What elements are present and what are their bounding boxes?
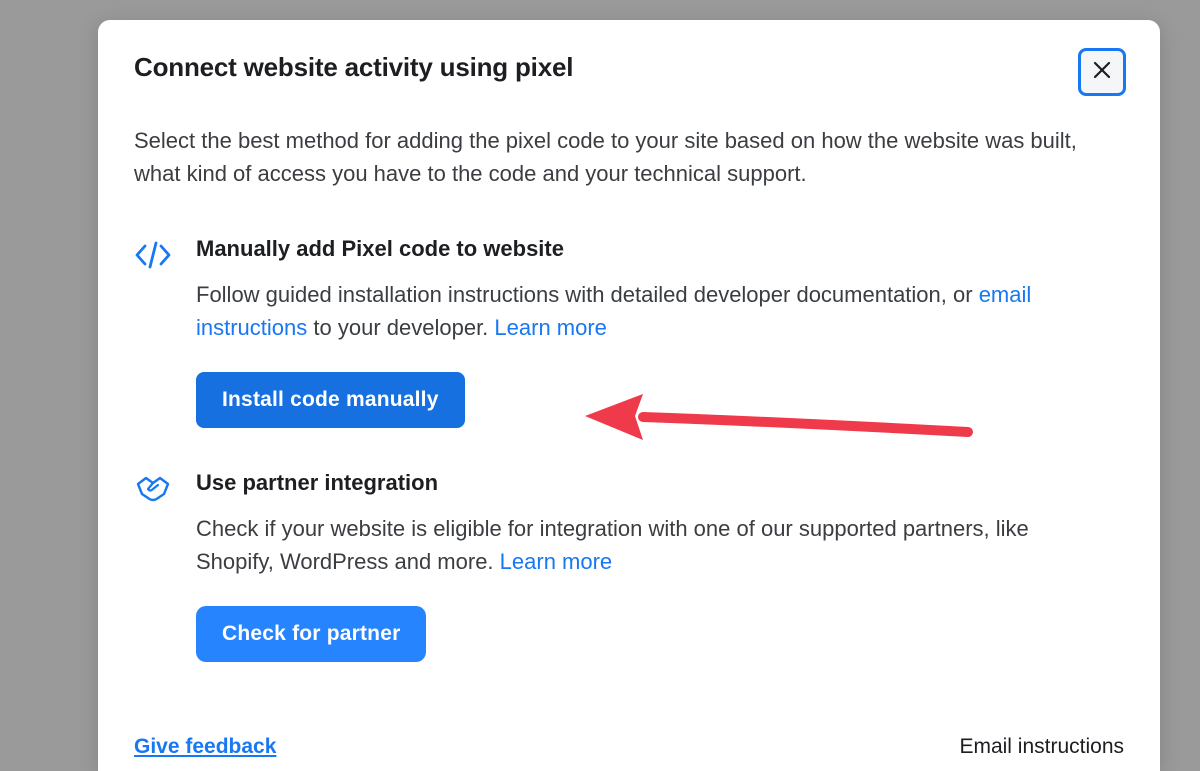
close-icon xyxy=(1092,60,1112,85)
option-partner-description: Check if your website is eligible for in… xyxy=(196,512,1096,578)
code-icon xyxy=(134,236,178,277)
option-partner: Use partner integration Check if your we… xyxy=(134,470,1124,662)
install-code-manually-button[interactable]: Install code manually xyxy=(196,372,465,428)
modal-subtitle: Select the best method for adding the pi… xyxy=(134,124,1094,190)
option-partner-title: Use partner integration xyxy=(196,470,1124,496)
pixel-connect-modal: Connect website activity using pixel Sel… xyxy=(98,20,1160,771)
option-manual-desc-middle: to your developer. xyxy=(307,315,494,340)
close-button[interactable] xyxy=(1078,48,1126,96)
option-partner-desc-prefix: Check if your website is eligible for in… xyxy=(196,516,1029,574)
option-manual: Manually add Pixel code to website Follo… xyxy=(134,236,1124,428)
option-manual-body: Manually add Pixel code to website Follo… xyxy=(178,236,1124,428)
handshake-icon xyxy=(134,470,178,513)
check-for-partner-button[interactable]: Check for partner xyxy=(196,606,426,662)
modal-footer: Give feedback Email instructions xyxy=(134,735,1124,759)
learn-more-partner-link[interactable]: Learn more xyxy=(500,549,613,574)
modal-header: Connect website activity using pixel xyxy=(134,52,1124,96)
option-manual-description: Follow guided installation instructions … xyxy=(196,278,1096,344)
modal-title: Connect website activity using pixel xyxy=(134,52,573,83)
give-feedback-link[interactable]: Give feedback xyxy=(134,735,276,759)
option-manual-title: Manually add Pixel code to website xyxy=(196,236,1124,262)
learn-more-manual-link[interactable]: Learn more xyxy=(494,315,607,340)
option-manual-desc-prefix: Follow guided installation instructions … xyxy=(196,282,979,307)
email-instructions-action[interactable]: Email instructions xyxy=(959,735,1124,759)
option-partner-body: Use partner integration Check if your we… xyxy=(178,470,1124,662)
